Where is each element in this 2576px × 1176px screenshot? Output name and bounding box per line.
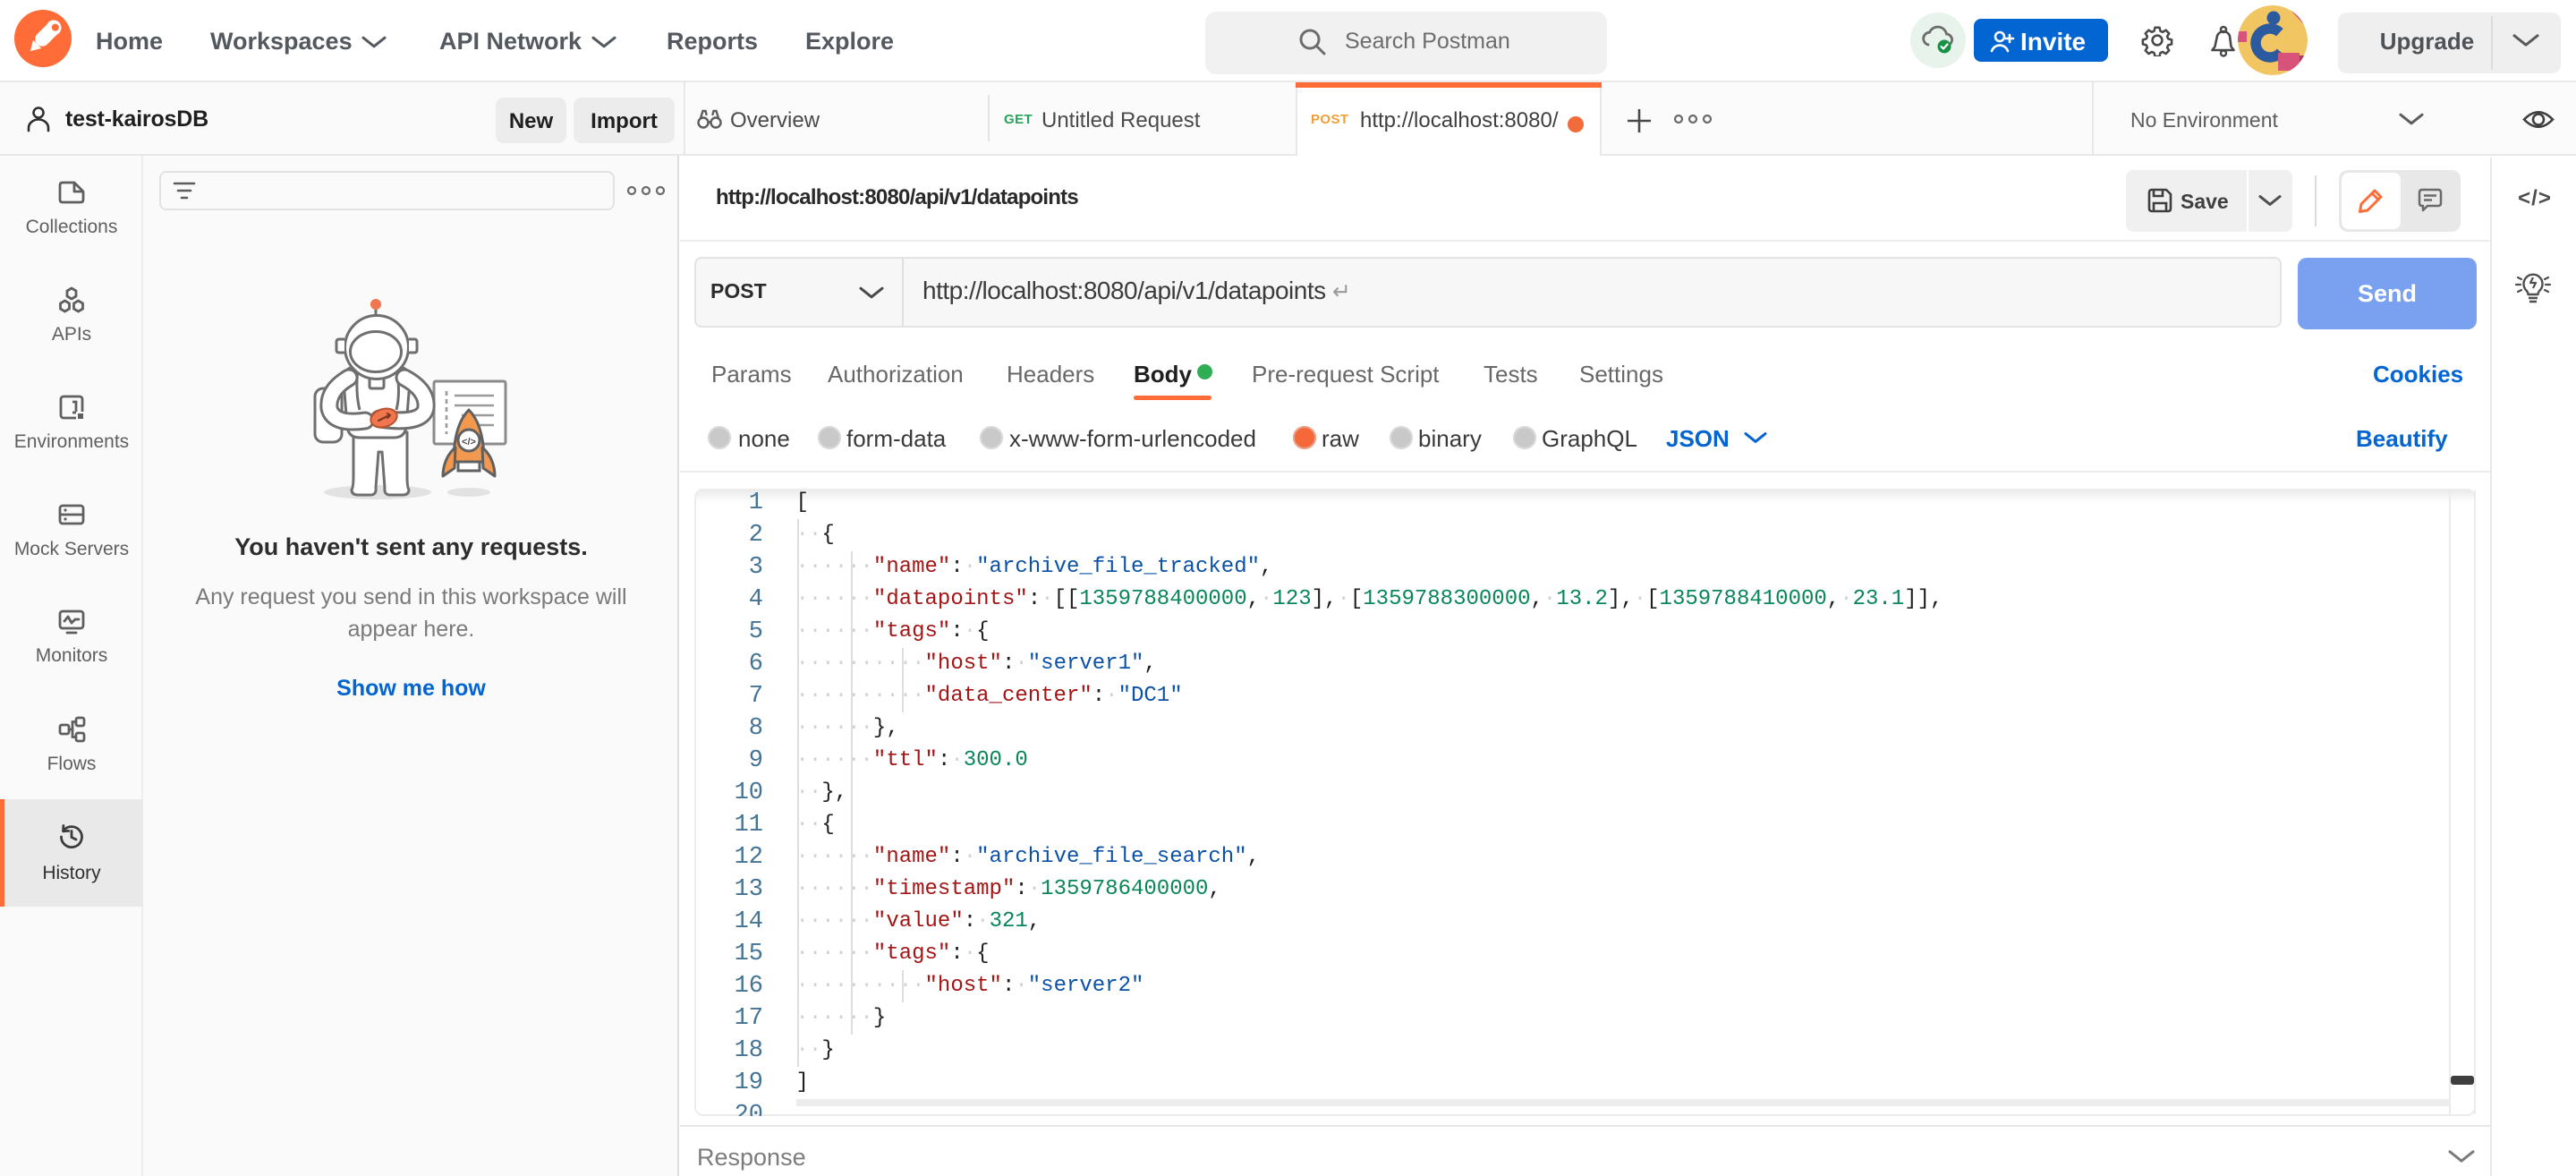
svg-text:</>: </> [462, 437, 476, 447]
